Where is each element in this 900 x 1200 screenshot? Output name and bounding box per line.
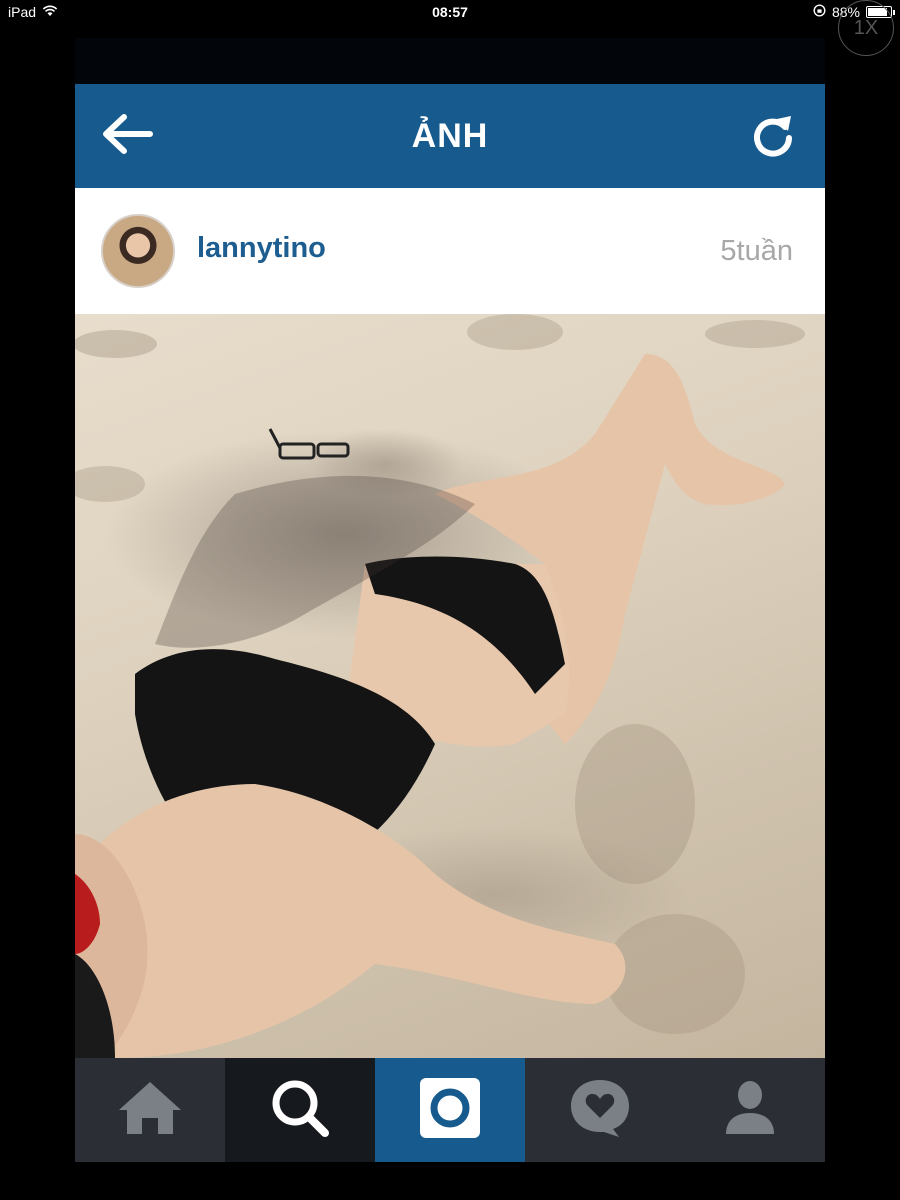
sand-ripple <box>575 724 695 884</box>
app-top-strip <box>75 38 825 84</box>
camera-icon <box>418 1077 482 1144</box>
profile-icon <box>724 1080 776 1141</box>
refresh-icon <box>751 111 795 162</box>
post-timestamp: 5tuần <box>720 235 793 267</box>
sunglasses-on-sand <box>268 428 350 460</box>
orientation-lock-icon <box>813 4 826 20</box>
search-icon <box>271 1079 329 1142</box>
refresh-button[interactable] <box>745 110 801 162</box>
clock: 08:57 <box>432 4 468 20</box>
back-button[interactable] <box>99 110 155 162</box>
arrow-left-icon <box>100 113 154 160</box>
footprint <box>75 330 157 358</box>
sand-ripple <box>605 914 745 1034</box>
avatar[interactable] <box>101 214 175 288</box>
status-bar: iPad 08:57 88% <box>0 0 900 24</box>
activity-icon <box>569 1078 631 1143</box>
post-photo[interactable] <box>75 314 825 1058</box>
username-link[interactable]: lannytino <box>197 232 326 265</box>
tab-search[interactable] <box>225 1058 375 1162</box>
home-icon <box>117 1080 183 1141</box>
tab-home[interactable] <box>75 1058 225 1162</box>
zoom-badge[interactable]: 1X <box>838 0 894 56</box>
footprint <box>75 466 145 502</box>
photo-illustration <box>75 314 805 1058</box>
tab-camera[interactable] <box>375 1058 525 1162</box>
app-window: ẢNH lannytino 5tuần <box>75 38 825 1162</box>
footprint <box>705 320 805 348</box>
tab-profile[interactable] <box>675 1058 825 1162</box>
tab-activity[interactable] <box>525 1058 675 1162</box>
page-title: ẢNH <box>411 116 489 155</box>
post-header: lannytino 5tuần <box>75 188 825 314</box>
tab-bar <box>75 1058 825 1162</box>
header-bar: ẢNH <box>75 84 825 188</box>
footprint <box>467 314 563 350</box>
